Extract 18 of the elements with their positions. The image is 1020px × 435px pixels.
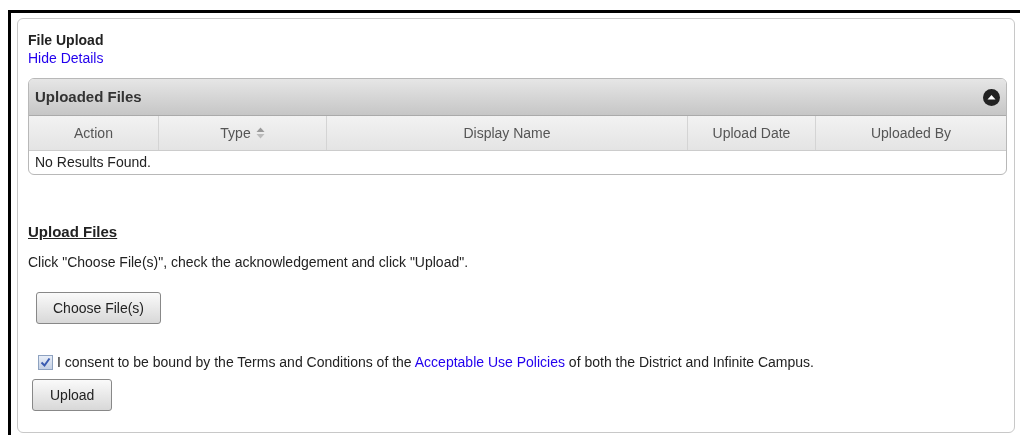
sort-icon xyxy=(255,127,265,139)
empty-message: No Results Found. xyxy=(34,153,152,172)
column-header[interactable]: Type xyxy=(159,116,327,150)
page-title: File Upload xyxy=(28,31,104,49)
consent-checkbox[interactable] xyxy=(38,355,53,370)
choose-files-button[interactable]: Choose File(s) xyxy=(36,292,162,324)
column-header[interactable]: Uploaded By xyxy=(816,116,1006,150)
upload-button[interactable]: Upload xyxy=(32,379,113,411)
section-heading: Upload Files xyxy=(28,222,118,242)
column-header[interactable]: Upload Date xyxy=(688,116,816,150)
consent-text: I consent to be bound by the Terms and Conditions of the Acceptable Use Policies of both the District and Infinite Campus. xyxy=(57,353,814,372)
column-header[interactable]: Action xyxy=(29,116,159,150)
column-header[interactable]: Display Name xyxy=(327,116,688,150)
instructions-text: Click "Choose File(s)", check the acknowledgement and click "Upload". xyxy=(28,253,469,271)
collapse-icon[interactable] xyxy=(983,88,1000,106)
hide-details-link[interactable]: Hide Details xyxy=(28,49,104,67)
acceptable-use-policies-link[interactable]: Acceptable Use Policies xyxy=(414,354,565,370)
panel-title: Uploaded Files xyxy=(35,86,142,107)
